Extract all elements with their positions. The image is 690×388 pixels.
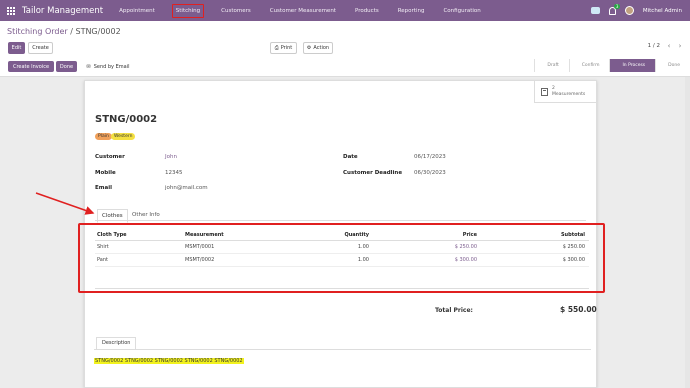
page-scrollbar[interactable] <box>685 77 690 388</box>
annotation-arrow <box>35 192 95 215</box>
